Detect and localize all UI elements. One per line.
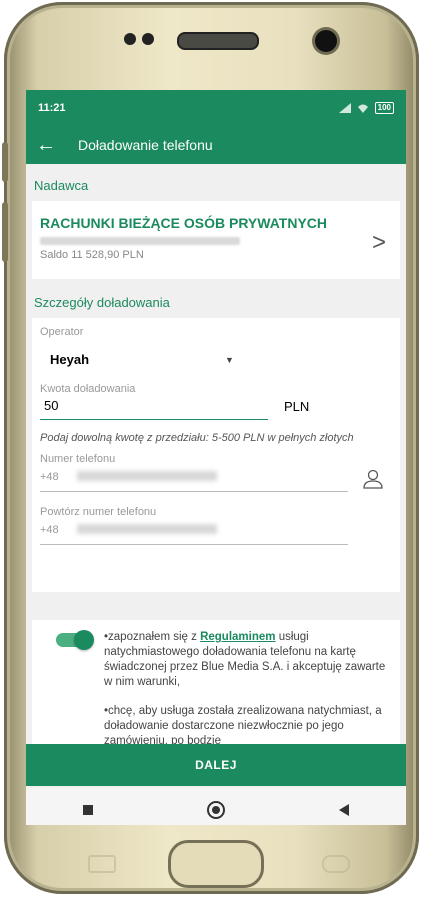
consent-text-2: •chcę, aby usługa została zrealizowana n… xyxy=(104,705,382,747)
physical-home-button[interactable] xyxy=(168,840,264,888)
next-button[interactable]: DALEJ xyxy=(26,744,406,786)
phone-repeat-label: Powtórz numer telefonu xyxy=(40,506,157,518)
signal-icon xyxy=(338,103,351,113)
phone-repeat-prefix: +48 xyxy=(40,524,59,536)
phone-input[interactable]: +48 xyxy=(40,465,348,492)
sensor-dot xyxy=(142,33,154,45)
phone-prefix: +48 xyxy=(40,471,59,483)
sensor-dot xyxy=(124,33,136,45)
operator-value: Heyah xyxy=(50,352,90,367)
chevron-down-icon: ▼ xyxy=(225,354,234,365)
battery-icon: 100 xyxy=(374,102,394,114)
wifi-icon xyxy=(357,104,368,113)
recent-apps-icon[interactable] xyxy=(83,805,93,815)
status-time: 11:21 xyxy=(38,102,66,114)
bixby-button xyxy=(2,202,8,262)
status-bar: 11:21 100 xyxy=(26,90,406,126)
toggle-knob xyxy=(74,630,94,650)
volume-button xyxy=(2,142,8,182)
sender-section-title: Nadawca xyxy=(34,178,89,193)
android-nav-bar xyxy=(26,788,406,825)
app-bar: ← Doładowanie telefonu xyxy=(26,126,406,164)
consent-card: •zapoznałem się z Regulaminem usługi nat… xyxy=(32,620,400,750)
details-section-title: Szczegóły doładowania xyxy=(34,295,170,310)
person-icon[interactable] xyxy=(362,469,384,489)
phone-label: Numer telefonu xyxy=(40,453,116,465)
amount-currency: PLN xyxy=(284,399,310,414)
operator-select[interactable]: Heyah ▼ xyxy=(40,352,240,367)
account-name: RACHUNKI BIEŻĄCE OSÓB PRYWATNYCH xyxy=(40,215,328,231)
account-balance: Saldo 11 528,90 PLN xyxy=(40,249,144,261)
front-camera xyxy=(315,30,337,52)
consent-toggle[interactable] xyxy=(54,630,94,650)
earpiece xyxy=(177,32,259,50)
amount-label: Kwota doładowania xyxy=(40,383,136,395)
regulamin-link[interactable]: Regulaminem xyxy=(200,631,275,643)
amount-hint: Podaj dowolną kwotę z przedziału: 5-500 … xyxy=(40,432,354,444)
phone-repeat-input[interactable]: +48 xyxy=(40,518,348,545)
consent-text-1-pre: •zapoznałem się z xyxy=(104,631,201,643)
page-title: Doładowanie telefonu xyxy=(78,137,213,153)
operator-label: Operator xyxy=(40,326,84,338)
status-icons: 100 xyxy=(338,102,394,114)
account-number-masked xyxy=(40,237,240,245)
screen: 11:21 100 ← Doładowanie telefonu Nadawca… xyxy=(26,90,406,825)
arrow-left-icon[interactable]: ← xyxy=(36,134,66,157)
amount-input[interactable]: 50 xyxy=(40,395,268,420)
hw-back-key xyxy=(322,855,350,873)
back-triangle-icon[interactable] xyxy=(339,804,349,816)
phone-number-masked xyxy=(77,470,218,481)
consent-text-1: •zapoznałem się z Regulaminem usługi nat… xyxy=(104,630,394,690)
details-card: Operator Heyah ▼ Kwota doładowania 50 PL… xyxy=(32,318,400,592)
chevron-right-icon: > xyxy=(371,229,386,256)
amount-value: 50 xyxy=(44,398,59,413)
account-card[interactable]: RACHUNKI BIEŻĄCE OSÓB PRYWATNYCH Saldo 1… xyxy=(32,201,400,279)
home-icon[interactable] xyxy=(207,801,225,819)
hw-recent-key xyxy=(88,855,116,873)
phone-repeat-masked xyxy=(77,523,218,534)
